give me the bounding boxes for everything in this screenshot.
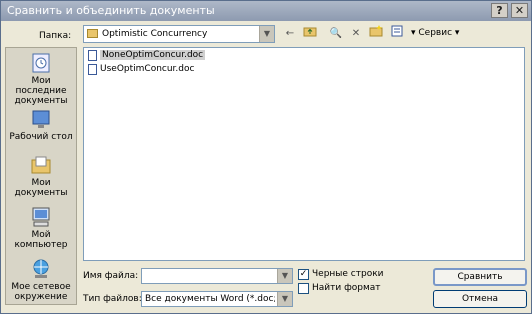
chevron-down-icon[interactable]: ▼ [277, 292, 292, 306]
look-in-dropdown[interactable]: Optimistic Concurrency ▼ [83, 25, 275, 43]
checkbox-label: Найти формат [312, 283, 381, 293]
new-folder-icon [369, 25, 383, 37]
file-list[interactable]: NoneOptimConcur.doc UseOptimConcur.doc [83, 47, 525, 261]
network-icon [33, 259, 49, 278]
computer-icon [32, 207, 50, 227]
compare-button[interactable]: Сравнить [433, 268, 527, 286]
place-desktop[interactable]: Рабочий стол [6, 108, 76, 142]
checkbox-box[interactable]: ✓ [298, 269, 309, 280]
cancel-button[interactable]: Отмена [433, 290, 527, 308]
place-my-documents[interactable]: Мои документы [6, 154, 76, 198]
tools-menu[interactable]: ▾ Сервис ▾ [411, 28, 459, 38]
recent-icon [32, 53, 50, 73]
file-name: UseOptimConcur.doc [100, 64, 195, 74]
word-doc-icon [88, 50, 97, 61]
folder-icon [87, 29, 98, 38]
places-bar: Мои последние документы Рабочий стол Мои… [5, 47, 77, 305]
up-folder-button[interactable] [301, 25, 319, 42]
place-label: Мой компьютер [14, 230, 68, 250]
filetype-select[interactable]: Все документы Word (*.doc; *.d ▼ [141, 291, 293, 307]
place-label: Рабочий стол [9, 132, 73, 142]
delete-button[interactable]: ✕ [347, 25, 365, 42]
new-folder-button[interactable] [367, 25, 385, 42]
look-in-label: Папка: [39, 31, 72, 41]
file-name: NoneOptimConcur.doc [100, 50, 206, 60]
word-doc-icon [88, 64, 97, 75]
place-network[interactable]: Мое сетевое окружение [6, 258, 76, 302]
compare-documents-dialog: Сравнить и объединить документы ? ✕ Папк… [0, 0, 532, 314]
place-my-computer[interactable]: Мой компьютер [6, 206, 76, 250]
checkbox-label: Черные строки [312, 269, 384, 279]
filetype-value: Все документы Word (*.doc; *.d [145, 294, 275, 304]
dialog-title: Сравнить и объединить документы [7, 4, 215, 17]
filetype-label: Тип файлов: [83, 294, 142, 304]
title-bar: Сравнить и объединить документы ? ✕ [1, 1, 531, 21]
back-icon: ← [285, 28, 295, 39]
search-web-button[interactable]: 🔍 [327, 25, 345, 42]
chevron-down-icon[interactable]: ▼ [277, 269, 292, 283]
checkbox-box[interactable] [298, 283, 309, 294]
chevron-down-icon[interactable]: ▼ [259, 26, 274, 42]
views-button[interactable] [387, 25, 409, 42]
my-documents-icon [31, 156, 51, 174]
place-label: Мои документы [14, 178, 68, 198]
filename-input[interactable]: ▼ [141, 268, 293, 284]
delete-icon: ✕ [351, 28, 361, 39]
tools-label: Сервис [418, 28, 453, 38]
help-button[interactable]: ? [491, 3, 508, 18]
search-icon: 🔍 [329, 28, 343, 39]
filename-label: Имя файла: [83, 271, 139, 281]
chevron-down-icon: ▾ [452, 28, 460, 38]
place-label: Мое сетевое окружение [11, 282, 71, 302]
desktop-icon [32, 110, 50, 128]
folder-up-icon [303, 27, 317, 37]
close-button[interactable]: ✕ [511, 3, 528, 18]
look-in-value: Optimistic Concurrency [102, 29, 208, 39]
views-icon [391, 25, 403, 37]
place-label: Мои последние документы [14, 76, 68, 106]
back-button[interactable]: ← [281, 25, 299, 42]
place-recent-documents[interactable]: Мои последние документы [6, 52, 76, 106]
